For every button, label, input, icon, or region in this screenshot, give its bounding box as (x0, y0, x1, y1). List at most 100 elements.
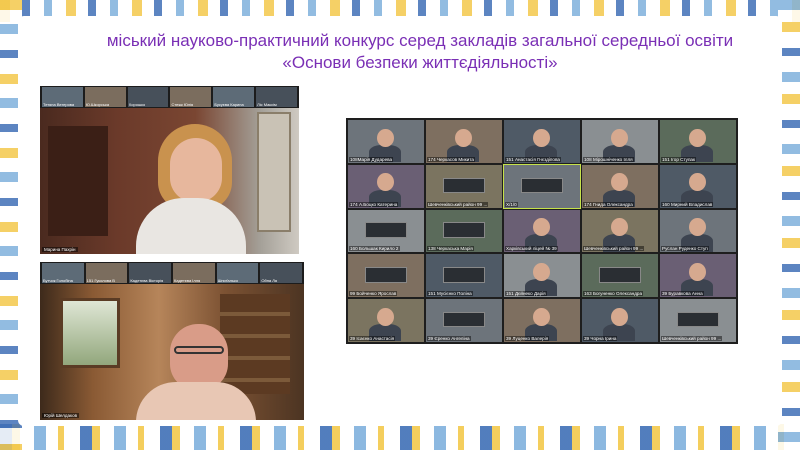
participant-thumb[interactable]: Кадетєва Ілля (173, 263, 215, 283)
speaker-face (170, 324, 228, 390)
participant-tile[interactable]: 99 Бойченко Ярослав (348, 254, 424, 298)
participant-tile[interactable]: 174 Гнида Олександра (582, 164, 658, 208)
participant-name: 174 Гнида Олександра (583, 201, 634, 207)
laptop (364, 267, 408, 283)
participant-name: Ойна Ля (261, 278, 278, 283)
participant-thumb[interactable]: Стежк Юлія (170, 87, 212, 107)
participant-tile[interactable]: 138 Черкаська Марія (426, 209, 502, 253)
participant-thumb[interactable]: Ліс Максім (256, 87, 297, 107)
participant-name: Руслан Руденко Ступ (661, 246, 709, 252)
participant-tile[interactable]: 151 Мусієнко Поліна (426, 254, 502, 298)
participant-tile[interactable]: 163 Богуненко Олександра (582, 254, 658, 298)
glasses (174, 346, 224, 354)
participant-name: Х/1/0 (505, 201, 518, 207)
participant-name: Кадетєва Ілля (174, 278, 201, 283)
bookshelf (48, 126, 108, 236)
slide-title-line2: «Основи безпеки життєдіяльності» (282, 53, 558, 72)
participant-head (688, 173, 706, 192)
laptop (676, 312, 720, 328)
laptop (442, 312, 486, 328)
participant-tile[interactable]: Шевченківський район 99 ... (660, 299, 736, 342)
participant-head (532, 218, 550, 237)
participant-name: Ю.Шкорська (85, 102, 110, 107)
participant-tile[interactable]: Харківський ліцей № 39 (504, 209, 580, 253)
participant-head (610, 173, 628, 192)
participant-name: 108Марія Дударева (349, 156, 394, 162)
participant-tile[interactable]: 108Марія Дударева (348, 120, 424, 163)
participant-name: 39 Чорна Ірина (583, 335, 618, 341)
participant-head (376, 128, 394, 147)
participant-strip: Бутчик Голобіна 151 Гуколова В Кадетєва … (40, 262, 304, 284)
decorative-border-bottom (0, 424, 800, 450)
slide-title-line1: міський науково-практичний конкурс серед… (106, 31, 734, 50)
participant-tile[interactable]: 160 Большак Кирило 2 (348, 209, 424, 253)
participant-tile[interactable]: 108 Мірошніченко Ілля (582, 120, 658, 163)
participant-thumb[interactable]: Кадетєва Вікторія (129, 263, 172, 283)
speaker-face (170, 138, 222, 202)
bookshelf (220, 294, 290, 394)
participant-tile[interactable]: Х/1/0 (503, 163, 581, 209)
participant-tile[interactable]: 39 Луценко Валерія (504, 299, 580, 342)
participant-name: 151 Мусієнко Поліна (427, 291, 473, 297)
participant-name: Ліс Максім (257, 102, 277, 107)
participant-name: Шевченківський район 99 ... (427, 201, 489, 207)
participant-name: Стежк Юлія (171, 102, 194, 107)
participant-tile[interactable]: 151 Анастасія Гнєздіпова (504, 120, 580, 163)
participant-head (532, 307, 550, 326)
participant-tile[interactable]: 39 Ісаєнко Анастасія (348, 299, 424, 342)
video-call-window-speaker-a: Тетяна Вегерова Ю.Шкорська Хорошко Стежк… (40, 86, 299, 254)
participant-name: Шевченківський район 99 ... (661, 335, 723, 341)
participant-name: Тетяна Вегерова (43, 102, 75, 107)
participant-tile[interactable]: Шевченківський район 99 ... (582, 209, 658, 253)
participant-name: 39 Єренко Ангеліна (427, 335, 471, 341)
participant-head (610, 128, 628, 147)
laptop (598, 267, 642, 283)
participant-name: 39 Буравкова Анна (661, 291, 704, 297)
participant-name: 108 Мірошніченко Ілля (583, 156, 634, 162)
participant-head (610, 307, 628, 326)
participant-head (688, 262, 706, 281)
participant-head (610, 218, 628, 237)
participant-thumb[interactable]: Ю.Шкорська (84, 87, 126, 107)
window (60, 298, 120, 368)
participant-name: 151 Анастасія Гнєздіпова (505, 156, 561, 162)
participant-name: 174 А.Боцко Катерина (349, 201, 399, 207)
participant-tile[interactable]: Руслан Руденко Ступ (660, 209, 736, 253)
participant-strip: Тетяна Вегерова Ю.Шкорська Хорошко Стежк… (40, 86, 299, 108)
participant-name: Шевченківський район 99 ... (583, 246, 645, 252)
participant-thumb[interactable]: Бутчик Голобіна (42, 263, 84, 283)
participant-name: 39 Ісаєнко Анастасія (349, 335, 396, 341)
participant-name: 151 Ігор Ступак (661, 156, 696, 162)
participant-head (688, 128, 706, 147)
door (257, 112, 291, 232)
participant-thumb[interactable]: Бусуєва Карина (213, 87, 255, 107)
participant-name: 174 Черкасов Микита (427, 156, 475, 162)
participant-tile[interactable]: 160 Мирний Владислав (660, 164, 736, 208)
participant-thumb[interactable]: Тетяна Вегерова (42, 87, 83, 107)
participant-name: Бусуєва Карина (214, 102, 244, 107)
participant-tile[interactable]: 151 Дєйнеко Дарія (504, 254, 580, 298)
participant-thumb[interactable]: Шпиґалько (216, 263, 259, 283)
participant-thumb[interactable]: 151 Гуколова В (85, 263, 128, 283)
speaker-name-label: Юрій Шелдаков (42, 413, 79, 418)
video-call-window-speaker-b: Бутчик Голобіна 151 Гуколова В Кадетєва … (40, 262, 304, 420)
participant-thumb[interactable]: Ойна Ля (260, 263, 303, 283)
participant-tile[interactable]: Шевченківський район 99 ... (426, 164, 502, 208)
participant-tile[interactable]: 39 Буравкова Анна (660, 254, 736, 298)
participant-head (454, 128, 472, 147)
laptop (442, 177, 486, 194)
participant-name: 138 Черкаська Марія (427, 246, 474, 252)
participant-name: Шпиґалько (217, 278, 239, 283)
participant-tile[interactable]: 174 Черкасов Микита (426, 120, 502, 163)
speaker-name-label: Марина Пахрін (42, 247, 78, 252)
participant-grid: 108Марія Дударева 174 Черкасов Микита 151 … (348, 120, 736, 342)
participant-name: Хорошко (128, 102, 146, 107)
participant-tile[interactable]: 39 Чорна Ірина (582, 299, 658, 342)
participant-tile[interactable]: 151 Ігор Ступак (660, 120, 736, 163)
participant-name: 163 Богуненко Олександра (583, 291, 644, 297)
participant-thumb[interactable]: Хорошко (127, 87, 169, 107)
participant-tile[interactable]: 174 А.Боцко Катерина (348, 164, 424, 208)
participant-tile[interactable]: 39 Єренко Ангеліна (426, 299, 502, 342)
participant-head (532, 262, 550, 281)
participant-name: 39 Луценко Валерія (505, 335, 550, 341)
